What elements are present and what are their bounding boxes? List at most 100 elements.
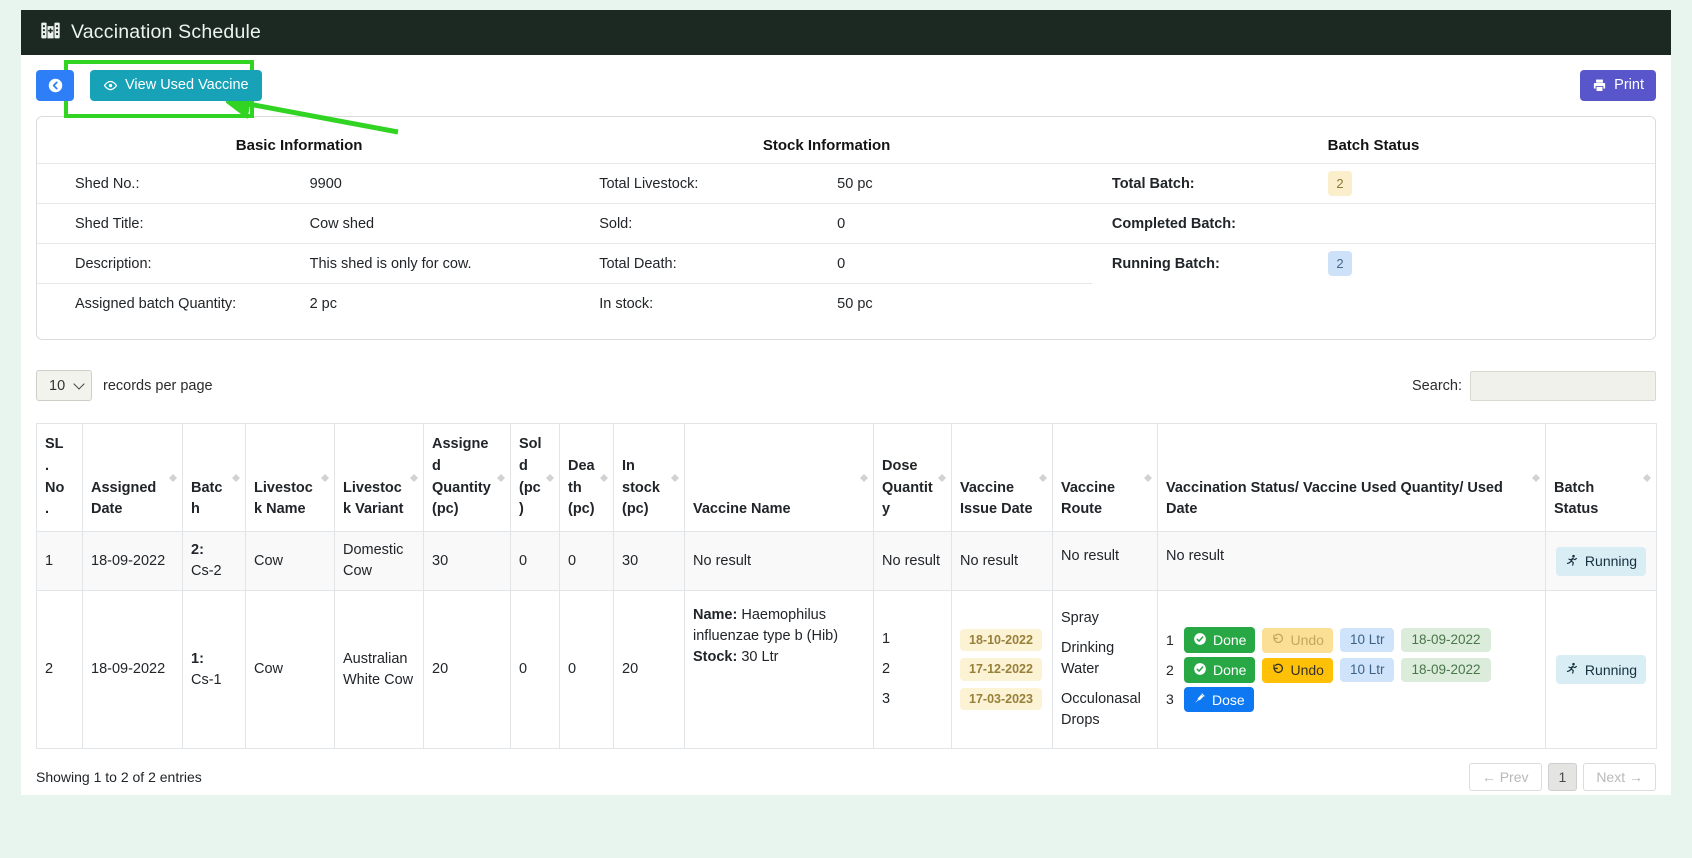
info-label: Total Batch: (1092, 176, 1328, 192)
arrow-left-circle-icon (47, 77, 64, 94)
col-vaccine-issue-date[interactable]: Vaccine Issue Date (952, 424, 1053, 532)
pagination: ← Prev 1 Next → (1469, 763, 1656, 791)
check-circle-icon (1193, 632, 1207, 648)
page-size-select[interactable]: 10 (36, 370, 92, 401)
cell-sl: 1 (37, 532, 83, 591)
vaccination-table: SL. No. Assigned Date Batch Livestock Na… (36, 423, 1657, 749)
status-line-number: 2 (1166, 660, 1177, 680)
sort-arrows-icon (546, 470, 555, 486)
col-livestock-variant[interactable]: Livestock Variant (335, 424, 424, 532)
cell-livestock-variant: Domestic Cow (335, 532, 424, 591)
syringe-icon (1193, 692, 1206, 707)
undo-arrow-icon (1271, 633, 1284, 648)
info-row: Running Batch: 2 (1092, 243, 1655, 283)
view-used-vaccine-button[interactable]: View Used Vaccine (90, 70, 262, 101)
info-row: Total Batch: 2 (1092, 163, 1655, 203)
sort-arrows-icon (410, 470, 419, 486)
col-vaccine-route[interactable]: Vaccine Route (1053, 424, 1158, 532)
col-sl-no: SL. No. (37, 424, 83, 532)
col-vaccination-status[interactable]: Vaccination Status/ Vaccine Used Quantit… (1158, 424, 1546, 532)
dose-number: 3 (882, 689, 943, 710)
back-button[interactable] (36, 70, 74, 101)
info-label: Shed Title: (37, 216, 310, 232)
showing-entries-text: Showing 1 to 2 of 2 entries (36, 769, 202, 785)
undo-arrow-icon (1271, 663, 1284, 678)
page-1-button[interactable]: 1 (1548, 763, 1578, 791)
col-batch[interactable]: Batch (183, 424, 246, 532)
info-value: Cow shed (310, 216, 374, 232)
done-button[interactable]: Done (1184, 657, 1255, 683)
sort-arrows-icon (1643, 470, 1652, 486)
dose-button[interactable]: Dose (1184, 687, 1254, 712)
stock-information-section: Stock Information Total Livestock: 50 pc… (561, 127, 1092, 323)
status-line-number: 3 (1166, 689, 1177, 709)
basic-information-heading: Basic Information (37, 137, 561, 154)
total-batch-badge: 2 (1328, 171, 1351, 196)
cell-in-stock: 30 (614, 532, 685, 591)
col-dose-quantity[interactable]: Dose Quantity (874, 424, 952, 532)
cell-issue-date: No result (952, 532, 1053, 591)
col-assigned-date[interactable]: Assigned Date (83, 424, 183, 532)
dose-number: 2 (882, 659, 943, 680)
table-row: 2 18-09-2022 1:Cs-1 Cow Australian White… (37, 591, 1657, 749)
info-label: Description: (37, 256, 310, 272)
info-card: Basic Information Shed No.: 9900 Shed Ti… (36, 116, 1656, 340)
info-label: Sold: (561, 216, 837, 232)
issue-date-badge: 17-03-2023 (960, 688, 1042, 711)
col-death[interactable]: Death (pc) (560, 424, 614, 532)
records-per-page-label: records per page (103, 378, 213, 394)
eye-icon (103, 78, 118, 93)
cell-batch-status: Running (1546, 532, 1657, 591)
sort-arrows-icon (321, 470, 330, 486)
cell-sold: 0 (511, 591, 560, 749)
sort-arrows-icon (1144, 470, 1153, 486)
sort-arrows-icon (169, 470, 178, 486)
info-row: Total Death: 0 (561, 243, 1092, 283)
sort-arrows-icon (497, 470, 506, 486)
info-value: 0 (837, 216, 845, 232)
cell-dose-quantity: 1 2 3 (874, 591, 952, 749)
print-button[interactable]: Print (1580, 70, 1656, 101)
sort-arrows-icon (1039, 470, 1048, 486)
undo-button[interactable]: Undo (1262, 628, 1332, 653)
info-value: This shed is only for cow. (310, 256, 472, 272)
running-status-badge: Running (1556, 547, 1646, 576)
sort-arrows-icon (232, 470, 241, 486)
search-label: Search: (1412, 378, 1462, 394)
info-row: In stock: 50 pc (561, 283, 1092, 323)
info-value: 50 pc (837, 176, 872, 192)
used-quantity-badge: 10 Ltr (1340, 658, 1395, 682)
cell-assigned-qty: 30 (424, 532, 511, 591)
cell-assigned-qty: 20 (424, 591, 511, 749)
cell-assigned-date: 18-09-2022 (83, 532, 183, 591)
info-row: Sold: 0 (561, 203, 1092, 243)
done-button[interactable]: Done (1184, 627, 1255, 653)
col-livestock-name[interactable]: Livestock Name (246, 424, 335, 532)
used-date-badge: 18-09-2022 (1401, 658, 1490, 682)
info-value: 50 pc (837, 296, 872, 312)
page-title: Vaccination Schedule (71, 21, 261, 44)
prev-page-button[interactable]: ← Prev (1469, 763, 1542, 791)
cell-batch-status: Running (1546, 591, 1657, 749)
route-item: Spray (1061, 608, 1149, 629)
col-vaccine-name[interactable]: Vaccine Name (685, 424, 874, 532)
batch-status-heading: Batch Status (1092, 137, 1655, 154)
table-footer: Showing 1 to 2 of 2 entries ← Prev 1 Nex… (36, 763, 1656, 791)
search-input[interactable] (1470, 371, 1656, 401)
col-in-stock[interactable]: In stock (pc) (614, 424, 685, 532)
printer-icon (1592, 78, 1607, 93)
running-status-badge: Running (1556, 655, 1646, 684)
batch-status-section: Batch Status Total Batch: 2 Completed Ba… (1092, 127, 1655, 323)
content-area: View Used Vaccine Print (21, 55, 1671, 795)
cell-batch: 1:Cs-1 (183, 591, 246, 749)
cell-death: 0 (560, 591, 614, 749)
app-header: Vaccination Schedule (21, 10, 1671, 55)
col-assigned-quantity[interactable]: Assigned Quantity (pc) (424, 424, 511, 532)
col-sold[interactable]: Sold (pc) (511, 424, 560, 532)
info-row: Total Livestock: 50 pc (561, 163, 1092, 203)
col-batch-status[interactable]: Batch Status (1546, 424, 1657, 532)
undo-button[interactable]: Undo (1262, 658, 1332, 683)
info-label: Shed No.: (37, 176, 310, 192)
next-page-button[interactable]: Next → (1583, 763, 1656, 791)
info-value: 9900 (310, 176, 342, 192)
